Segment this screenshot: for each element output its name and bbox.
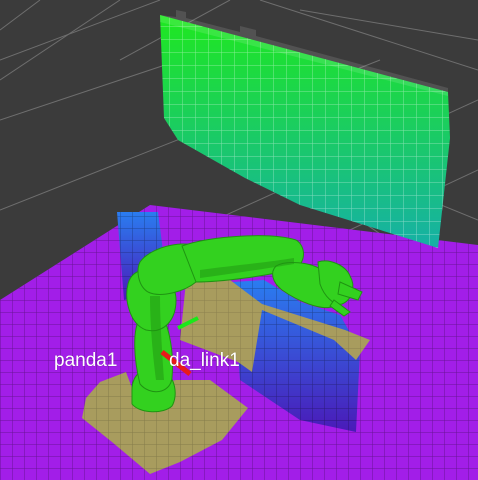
rviz-3d-viewport[interactable]: panda1 da_link1 (0, 0, 478, 480)
scene-canvas[interactable] (0, 0, 478, 480)
grid-line (0, 0, 41, 31)
grid-line (0, 0, 121, 81)
grid-line (299, 9, 478, 41)
